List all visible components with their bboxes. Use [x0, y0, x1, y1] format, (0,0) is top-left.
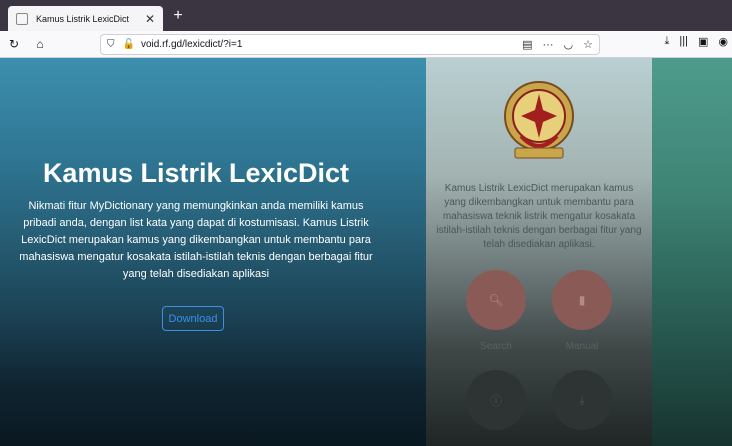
- manual-label: Manual: [565, 341, 599, 352]
- hero-description: Nikmati fitur MyDictionary yang memungki…: [19, 200, 373, 280]
- info-icon: ⓘ: [489, 393, 502, 408]
- account-icon[interactable]: ◉: [718, 35, 728, 48]
- page-favicon-icon: [16, 12, 28, 25]
- page-actions-icon[interactable]: ···: [543, 39, 554, 51]
- info-button[interactable]: ⓘ: [466, 370, 526, 430]
- search-label: Search: [480, 341, 512, 352]
- navigation-bar: ↻ ⌂ ⛉ 🔓 void.rf.gd/lexicdict/?i=1 ▤ ··· …: [0, 31, 732, 58]
- pocket-icon[interactable]: ◡: [564, 38, 574, 51]
- hero-title: Kamus Listrik LexicDict: [42, 158, 350, 188]
- tab-title: Kamus Listrik LexicDict: [36, 13, 130, 24]
- download-icon: ⤓: [579, 392, 585, 407]
- downloads-icon[interactable]: ⤓: [665, 35, 670, 48]
- search-button[interactable]: 🔍︎: [466, 270, 526, 330]
- shield-icon[interactable]: ⛉: [107, 39, 115, 50]
- search-icon: 🔍︎: [488, 293, 504, 307]
- university-logo-icon: [504, 81, 574, 159]
- tab-strip: Kamus Listrik LexicDict ✕ +: [0, 0, 732, 31]
- reader-view-icon[interactable]: ▤: [522, 38, 532, 51]
- page-content: Kamus Listrik LexicDict Nikmati fitur My…: [0, 58, 732, 446]
- browser-tab[interactable]: Kamus Listrik LexicDict ✕: [8, 6, 163, 31]
- url-bar[interactable]: ⛉ 🔓 void.rf.gd/lexicdict/?i=1 ▤ ··· ◡ ☆: [100, 34, 600, 55]
- right-panel: [652, 58, 732, 446]
- home-icon[interactable]: ⌂: [30, 34, 50, 54]
- manual-button[interactable]: ▮: [552, 270, 612, 330]
- side-panel: Kamus Listrik LexicDict merupakan kamus …: [426, 58, 652, 446]
- download-button[interactable]: Download: [162, 306, 224, 331]
- insecure-lock-icon[interactable]: 🔓: [123, 39, 135, 50]
- sidebar-icon[interactable]: ▣: [698, 35, 708, 48]
- download-app-button[interactable]: ⤓: [552, 370, 612, 430]
- bookmark-star-icon[interactable]: ☆: [583, 38, 593, 51]
- close-tab-icon[interactable]: ✕: [145, 12, 155, 26]
- side-description: Kamus Listrik LexicDict merupakan kamus …: [436, 183, 642, 250]
- library-icon[interactable]: |||: [679, 35, 688, 48]
- url-text[interactable]: void.rf.gd/lexicdict/?i=1: [141, 39, 522, 50]
- new-tab-button[interactable]: +: [168, 6, 188, 26]
- reload-icon[interactable]: ↻: [4, 34, 24, 54]
- book-icon: ▮: [578, 293, 586, 307]
- hero-section: Kamus Listrik LexicDict Nikmati fitur My…: [0, 58, 426, 446]
